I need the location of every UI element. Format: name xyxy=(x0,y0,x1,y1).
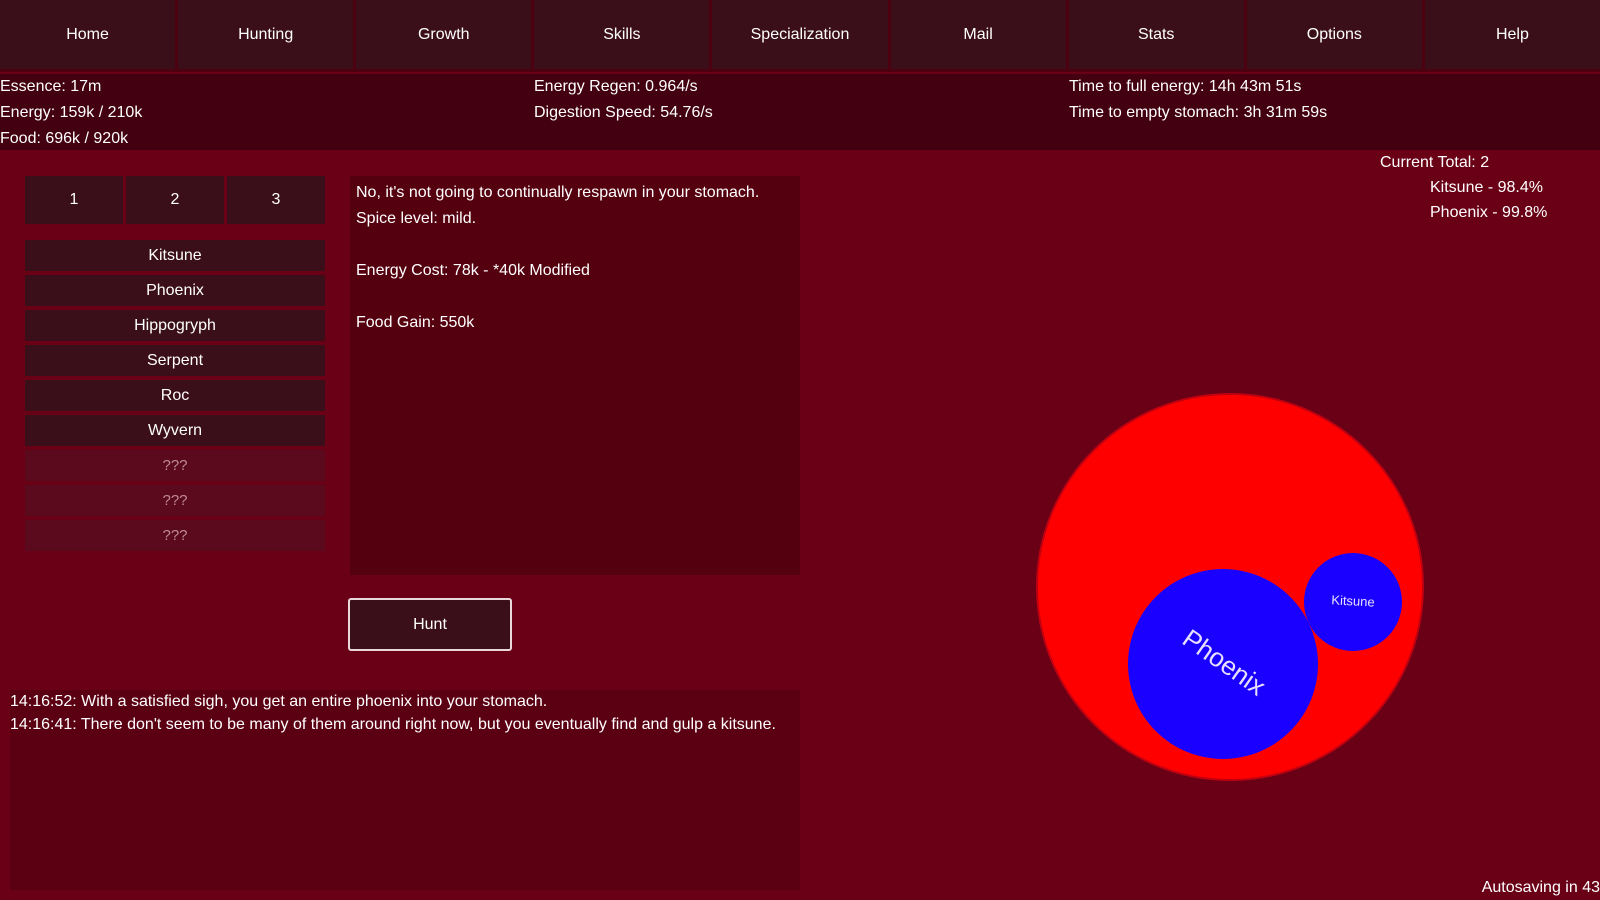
prey-item-hippogryph[interactable]: Hippogryph xyxy=(25,310,325,341)
nav-options[interactable]: Options xyxy=(1246,0,1422,69)
food-gain-text: Food Gain: 550k xyxy=(356,314,475,331)
prey-list: Kitsune Phoenix Hippogryph Serpent Roc W… xyxy=(25,240,325,555)
energy-cost-text: Energy Cost: 78k - *40k Modified xyxy=(356,262,590,279)
current-total-label: Current Total: 2 xyxy=(1380,154,1490,171)
food-stat: Food: 696k / 920k xyxy=(0,130,129,147)
time-full-energy-stat: Time to full energy: 14h 43m 51s xyxy=(1069,78,1302,95)
resource-bar: Essence: 17m Energy: 159k / 210k Food: 6… xyxy=(0,74,1600,150)
hunt-button[interactable]: Hunt xyxy=(348,598,512,651)
log-entry: 14:16:41: There don't seem to be many of… xyxy=(10,716,776,733)
autosave-timer: Autosaving in 43 xyxy=(1481,879,1600,896)
tab-page-1[interactable]: 1 xyxy=(25,176,123,224)
prey-description-text: No, it's not going to continually respaw… xyxy=(356,184,760,227)
event-log: 14:16:52: With a satisfied sigh, you get… xyxy=(10,690,800,890)
prey-item-serpent[interactable]: Serpent xyxy=(25,345,325,376)
nav-stats[interactable]: Stats xyxy=(1068,0,1244,69)
total-row-phoenix: Phoenix - 99.8% xyxy=(1430,204,1548,221)
kitsune-prey-label: Kitsune xyxy=(1331,592,1375,609)
energy-stat: Energy: 159k / 210k xyxy=(0,104,143,121)
stomach-visual: Phoenix Kitsune xyxy=(1036,393,1424,781)
nav-home[interactable]: Home xyxy=(0,0,176,69)
nav-hunting[interactable]: Hunting xyxy=(178,0,354,69)
prey-item-kitsune[interactable]: Kitsune xyxy=(25,240,325,271)
prey-description-panel: No, it's not going to continually respaw… xyxy=(350,176,800,575)
tab-page-3[interactable]: 3 xyxy=(227,176,325,224)
essence-stat: Essence: 17m xyxy=(0,78,102,95)
resource-column-2: Energy Regen: 0.964/s Digestion Speed: 5… xyxy=(534,74,713,126)
energy-regen-stat: Energy Regen: 0.964/s xyxy=(534,78,698,95)
nav-specialization[interactable]: Specialization xyxy=(712,0,888,69)
prey-item-phoenix[interactable]: Phoenix xyxy=(25,275,325,306)
prey-item-wyvern[interactable]: Wyvern xyxy=(25,415,325,446)
nav-mail[interactable]: Mail xyxy=(890,0,1066,69)
prey-page-tabs: 1 2 3 xyxy=(25,176,325,224)
prey-item-roc[interactable]: Roc xyxy=(25,380,325,411)
nav-help[interactable]: Help xyxy=(1424,0,1600,69)
digestion-speed-stat: Digestion Speed: 54.76/s xyxy=(534,104,713,121)
log-entry: 14:16:52: With a satisfied sigh, you get… xyxy=(10,693,548,710)
main-nav: Home Hunting Growth Skills Specializatio… xyxy=(0,0,1600,72)
stomach-totals: Current Total: 2 Kitsune - 98.4% Phoenix… xyxy=(1340,150,1600,230)
tab-page-2[interactable]: 2 xyxy=(126,176,224,224)
total-row-kitsune: Kitsune - 98.4% xyxy=(1430,179,1543,196)
prey-item-locked: ??? xyxy=(25,485,325,516)
prey-item-locked: ??? xyxy=(25,450,325,481)
prey-item-locked: ??? xyxy=(25,520,325,551)
resource-column-1: Essence: 17m Energy: 159k / 210k Food: 6… xyxy=(0,74,142,152)
time-empty-stomach-stat: Time to empty stomach: 3h 31m 59s xyxy=(1069,104,1328,121)
nav-growth[interactable]: Growth xyxy=(356,0,532,69)
nav-skills[interactable]: Skills xyxy=(534,0,710,69)
resource-column-3: Time to full energy: 14h 43m 51s Time to… xyxy=(1069,74,1327,126)
